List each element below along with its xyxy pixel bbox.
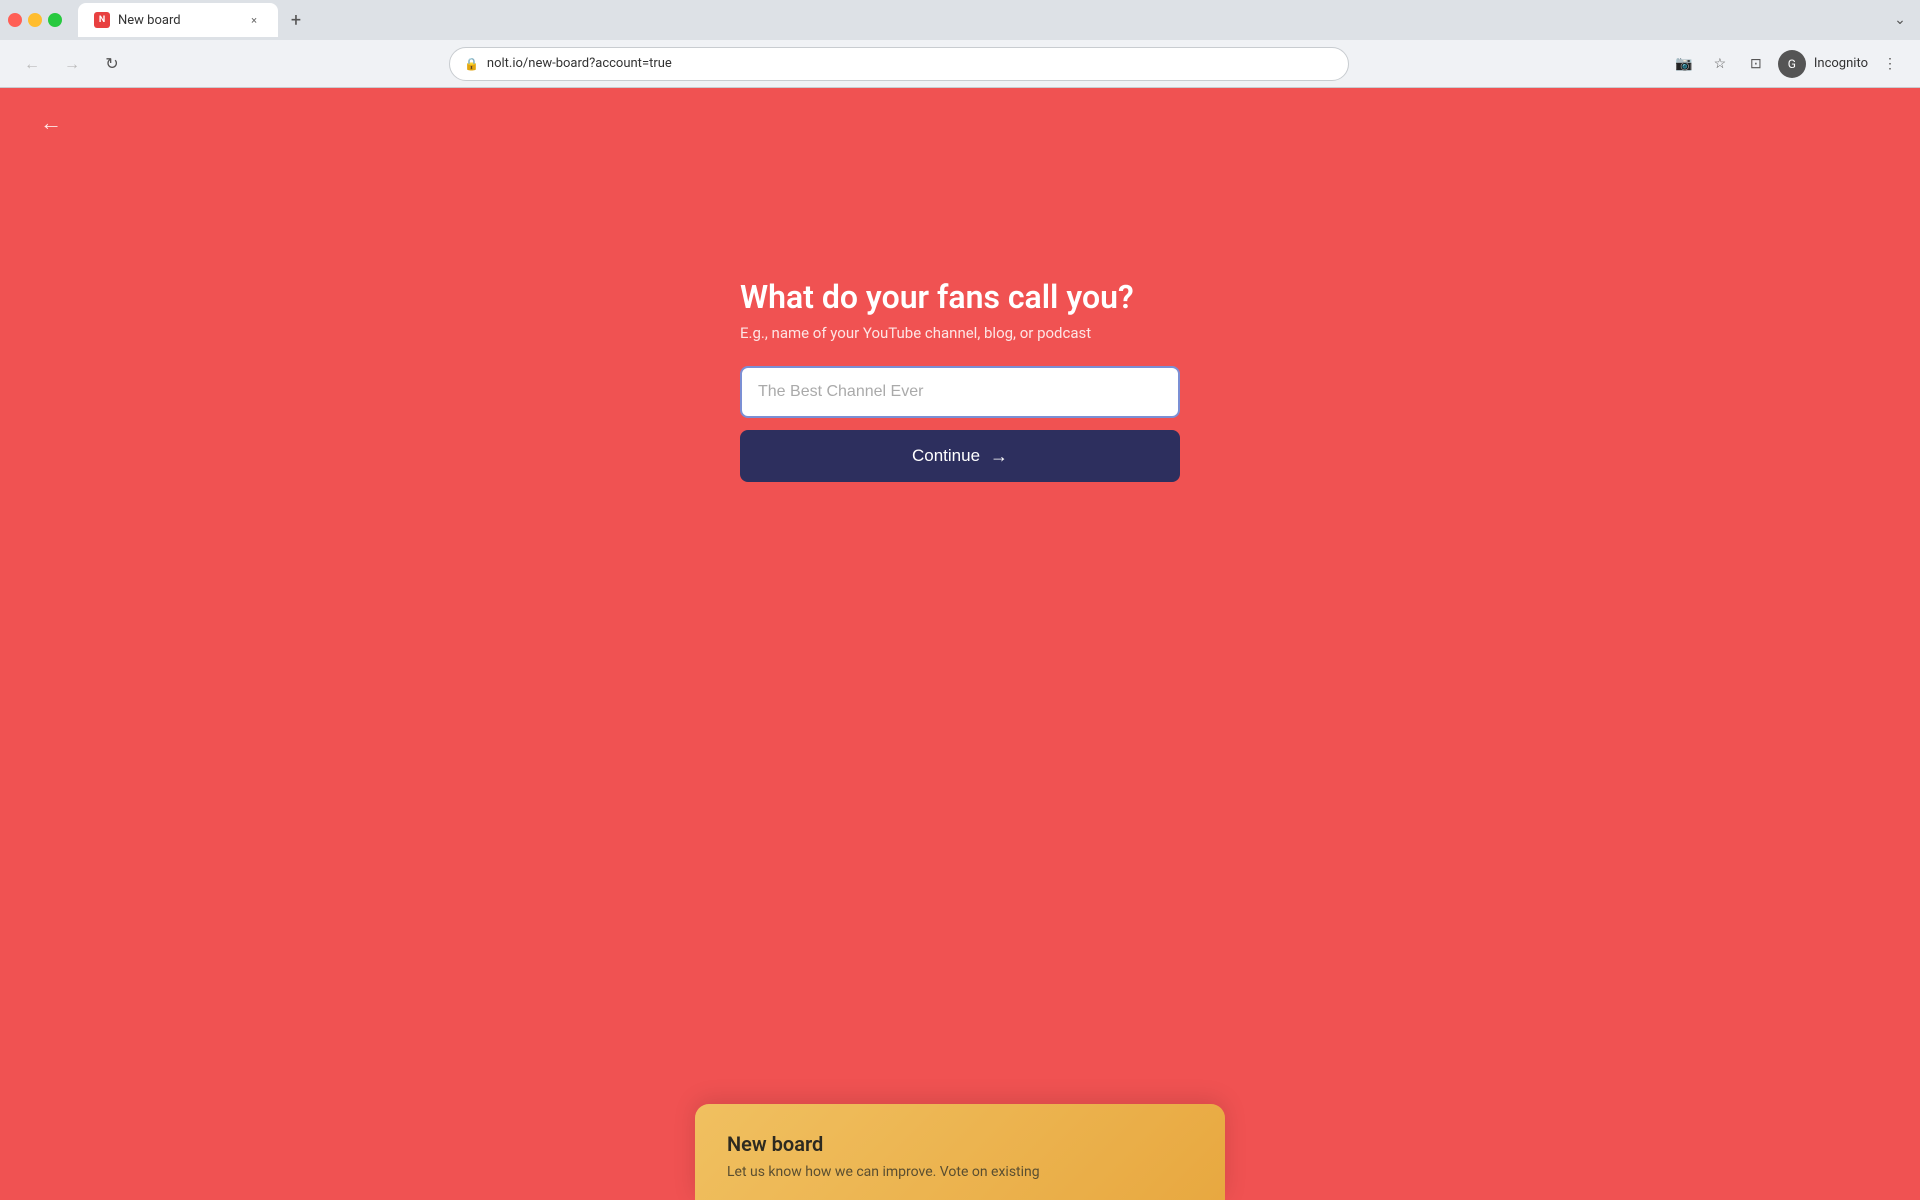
channel-name-input[interactable] — [740, 366, 1180, 418]
split-view-icon[interactable]: ⊡ — [1742, 50, 1770, 78]
tab-favicon: N — [94, 12, 110, 28]
tab-close-button[interactable]: × — [246, 12, 262, 28]
traffic-lights — [8, 13, 62, 27]
lock-icon: 🔒 — [464, 57, 479, 71]
page-back-button[interactable]: ← — [40, 110, 62, 136]
traffic-light-yellow[interactable] — [28, 13, 42, 27]
continue-arrow-icon: → — [990, 446, 1008, 467]
toolbar-right: 📷 ☆ ⊡ G Incognito ⋮ — [1670, 50, 1904, 78]
form-heading: What do your fans call you? — [740, 278, 1134, 316]
reload-button[interactable]: ↻ — [96, 48, 128, 80]
profile-avatar[interactable]: G — [1778, 50, 1806, 78]
traffic-light-red[interactable] — [8, 13, 22, 27]
form-subtext: E.g., name of your YouTube channel, blog… — [740, 324, 1091, 342]
card-description: Let us know how we can improve. Vote on … — [727, 1164, 1193, 1180]
tab-bar-expand[interactable]: ⌄ — [1888, 8, 1912, 32]
new-tab-button[interactable]: + — [282, 6, 310, 34]
camera-icon[interactable]: 📷 — [1670, 50, 1698, 78]
card-title: New board — [727, 1132, 1193, 1156]
tab-bar: N New board × + ⌄ — [0, 0, 1920, 40]
incognito-label: Incognito — [1814, 56, 1868, 71]
tab-bar-right: ⌄ — [1888, 8, 1912, 32]
tab-title: New board — [118, 13, 238, 28]
active-tab[interactable]: N New board × — [78, 3, 278, 37]
forward-button[interactable]: → — [56, 48, 88, 80]
form-container: What do your fans call you? E.g., name o… — [740, 278, 1180, 482]
star-icon[interactable]: ☆ — [1706, 50, 1734, 78]
preview-card: New board Let us know how we can improve… — [695, 1104, 1225, 1200]
address-text: nolt.io/new-board?account=true — [487, 56, 1334, 71]
address-bar[interactable]: 🔒 nolt.io/new-board?account=true — [449, 47, 1349, 81]
traffic-light-green[interactable] — [48, 13, 62, 27]
continue-button[interactable]: Continue → — [740, 430, 1180, 482]
back-button[interactable]: ← — [16, 48, 48, 80]
browser-chrome: N New board × + ⌄ ← → ↻ 🔒 nolt.io/new-bo… — [0, 0, 1920, 88]
page-content: ← What do your fans call you? E.g., name… — [0, 88, 1920, 1200]
continue-button-label: Continue — [912, 446, 980, 466]
menu-button[interactable]: ⋮ — [1876, 50, 1904, 78]
toolbar: ← → ↻ 🔒 nolt.io/new-board?account=true 📷… — [0, 40, 1920, 88]
